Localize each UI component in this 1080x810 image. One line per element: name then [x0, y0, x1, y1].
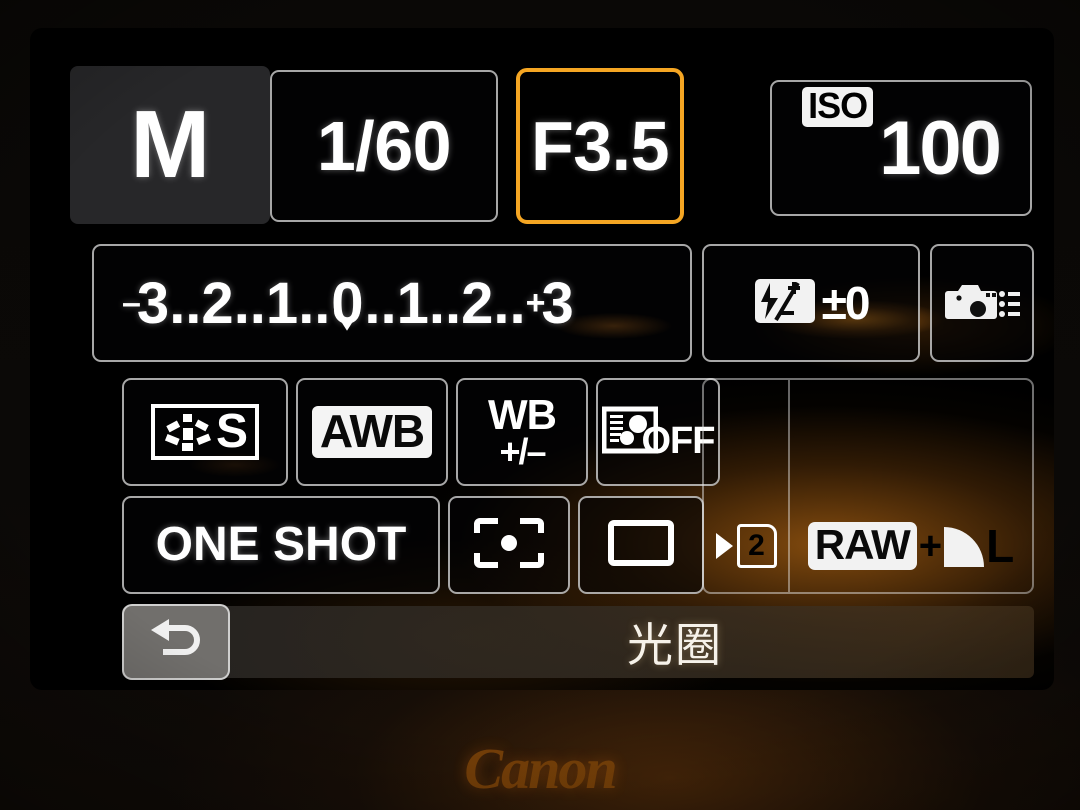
exp-dots: ..: [493, 270, 526, 336]
evaluative-metering-icon: [473, 517, 545, 574]
wb-shift-icon: WB +/–: [488, 391, 557, 472]
record-card-tile[interactable]: 2: [704, 498, 788, 594]
exp-dots: ..: [169, 270, 202, 336]
exp-val-minus-2: 2: [201, 270, 234, 336]
image-quality-raw-label: RAW: [807, 522, 917, 570]
single-shooting-icon: [607, 519, 675, 572]
record-arrow-icon: [715, 533, 733, 559]
image-quality-jpeg-size: L: [986, 520, 1015, 572]
camera-custom-settings-icon: [944, 277, 1020, 330]
shooting-mode-value: M: [130, 91, 210, 198]
shooting-mode-tile[interactable]: M: [70, 66, 270, 224]
return-arrow-icon: [145, 618, 207, 667]
image-quality-tile[interactable]: RAW + L: [790, 498, 1032, 594]
recording-quality-panel: 2 RAW + L: [702, 378, 1034, 594]
exp-val-minus-1: 1: [265, 270, 299, 336]
image-quality-plus: +: [918, 523, 943, 568]
camera-back-photo: M 1/60 F3.5 ISO 100 –3.. 2.. 1.. 0.. 1.. 2.. +…: [0, 0, 1080, 810]
lcd-screen: M 1/60 F3.5 ISO 100 –3.. 2.. 1.. 0.. 1.. 2.. +…: [30, 28, 1054, 690]
card-slot-number: 2: [736, 524, 777, 568]
exp-dots: ..: [364, 270, 397, 336]
af-mode-tile[interactable]: ONE SHOT: [122, 496, 440, 594]
wb-shift-top: WB: [488, 391, 557, 439]
white-balance-tile[interactable]: AWB: [296, 378, 448, 486]
exp-val-plus-2: 2: [461, 270, 494, 336]
wb-shift-bracket-tile[interactable]: WB +/–: [456, 378, 588, 486]
jpeg-quality-icon: [944, 527, 985, 567]
aperture-tile[interactable]: F3.5: [516, 68, 684, 224]
picture-style-tile[interactable]: S: [122, 378, 288, 486]
flash-exposure-compensation-tile[interactable]: ±0: [702, 244, 920, 362]
exposure-compensation-tile[interactable]: –3.. 2.. 1.. 0.. 1.. 2.. +3: [92, 244, 692, 362]
quick-control-screen: M 1/60 F3.5 ISO 100 –3.. 2.. 1.. 0.. 1.. 2.. +…: [30, 28, 1054, 690]
iso-tile[interactable]: ISO 100: [770, 80, 1032, 216]
custom-shooting-settings-tile[interactable]: [930, 244, 1034, 362]
iso-value: 100: [879, 105, 1002, 191]
exp-dots: ..: [233, 270, 266, 336]
exposure-indicator: 0: [330, 270, 364, 337]
flash-exposure-compensation-value: ±0: [821, 277, 871, 329]
exposure-level-scale: –3.. 2.. 1.. 0.. 1.. 2.. +3: [94, 270, 574, 337]
wb-shift-bottom: +/–: [499, 430, 546, 472]
setting-hint-label: 光圈: [627, 618, 723, 672]
exp-val-plus-3: 3: [541, 270, 574, 336]
iso-label: ISO: [802, 86, 874, 127]
white-balance-value: AWB: [311, 406, 433, 458]
exp-dots: ..: [298, 270, 331, 336]
metering-mode-tile[interactable]: [448, 496, 570, 594]
canon-wordmark: Canon: [464, 736, 617, 801]
shutter-speed-tile[interactable]: 1/60: [270, 70, 498, 222]
af-mode-value: ONE SHOT: [155, 518, 407, 571]
return-button[interactable]: [122, 604, 230, 680]
picture-style-icon: S: [151, 404, 259, 460]
drive-mode-tile[interactable]: [578, 496, 704, 594]
flash-exposure-compensation-icon: [754, 278, 816, 329]
exp-val-minus-3: 3: [136, 270, 170, 336]
picture-style-value: S: [215, 405, 248, 458]
exp-val-plus-1: 1: [396, 270, 429, 336]
exp-dots: ..: [428, 270, 462, 336]
exposure-indicator-marker: [334, 283, 361, 324]
shutter-speed-value: 1/60: [316, 107, 452, 185]
aperture-value: F3.5: [530, 107, 670, 185]
